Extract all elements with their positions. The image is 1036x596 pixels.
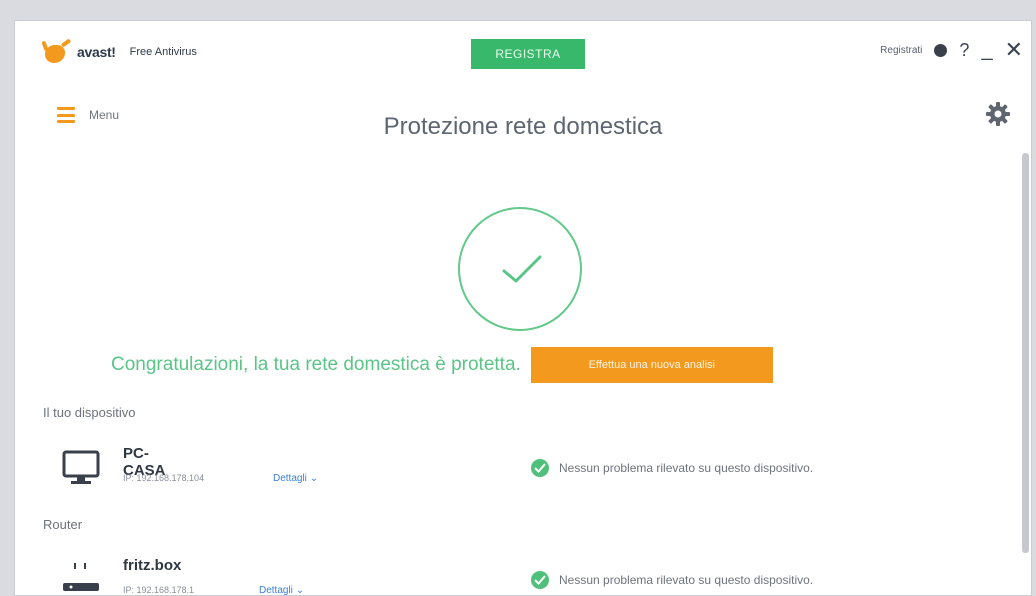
section-router: Router: [43, 517, 83, 532]
router-icon: [63, 563, 99, 591]
minimize-icon[interactable]: _: [981, 40, 992, 60]
device-details-link[interactable]: Dettagli ⌄: [273, 473, 318, 484]
brand-name: avast!: [77, 44, 116, 60]
register-button[interactable]: REGISTRA: [471, 39, 585, 69]
app-window: avast! Free Antivirus REGISTRA Registrat…: [14, 20, 1032, 596]
settings-gear-icon[interactable]: [985, 101, 1011, 127]
monitor-icon: [62, 450, 100, 484]
chat-icon[interactable]: [934, 43, 948, 57]
device-details-link[interactable]: Dettagli ⌄: [259, 585, 305, 596]
ok-check-icon: [531, 571, 549, 589]
window-controls: Registrati ? _ ✕: [880, 37, 1023, 63]
ok-check-icon: [531, 459, 549, 477]
avast-logo-icon: [41, 38, 73, 65]
status-message: Congratulazioni, la tua rete domestica è…: [111, 354, 521, 375]
device-status-text: Nessun problema rilevato su questo dispo…: [559, 461, 814, 475]
new-scan-button[interactable]: Effettua una nuova analisi: [530, 347, 773, 383]
device-status: Nessun problema rilevato su questo dispo…: [531, 571, 813, 589]
help-icon[interactable]: ?: [959, 40, 969, 61]
protected-check-icon: [458, 207, 582, 331]
device-status: Nessun problema rilevato su questo dispo…: [531, 459, 813, 477]
product-name: Free Antivirus: [129, 46, 197, 58]
device-ip: IP: 192.168.178.1: [123, 585, 195, 595]
chevron-down-icon: ⌄: [295, 585, 305, 596]
status-row: Congratulazioni, la tua rete domestica è…: [111, 347, 773, 383]
scrollbar[interactable]: [1022, 153, 1029, 553]
app-logo: avast! Free Antivirus: [41, 38, 197, 65]
section-your-device: Il tuo dispositivo: [43, 405, 136, 420]
device-status-text: Nessun problema rilevato su questo dispo…: [559, 573, 814, 587]
device-name: fritz.box: [123, 557, 182, 574]
register-link[interactable]: Registrati: [880, 45, 922, 56]
close-icon[interactable]: ✕: [1005, 37, 1023, 63]
title-bar: avast! Free Antivirus REGISTRA Registrat…: [15, 21, 1031, 83]
page-title: Protezione rete domestica: [383, 113, 663, 140]
chevron-down-icon: ⌄: [309, 473, 319, 484]
device-ip: IP: 192.168.178.104: [123, 473, 205, 483]
